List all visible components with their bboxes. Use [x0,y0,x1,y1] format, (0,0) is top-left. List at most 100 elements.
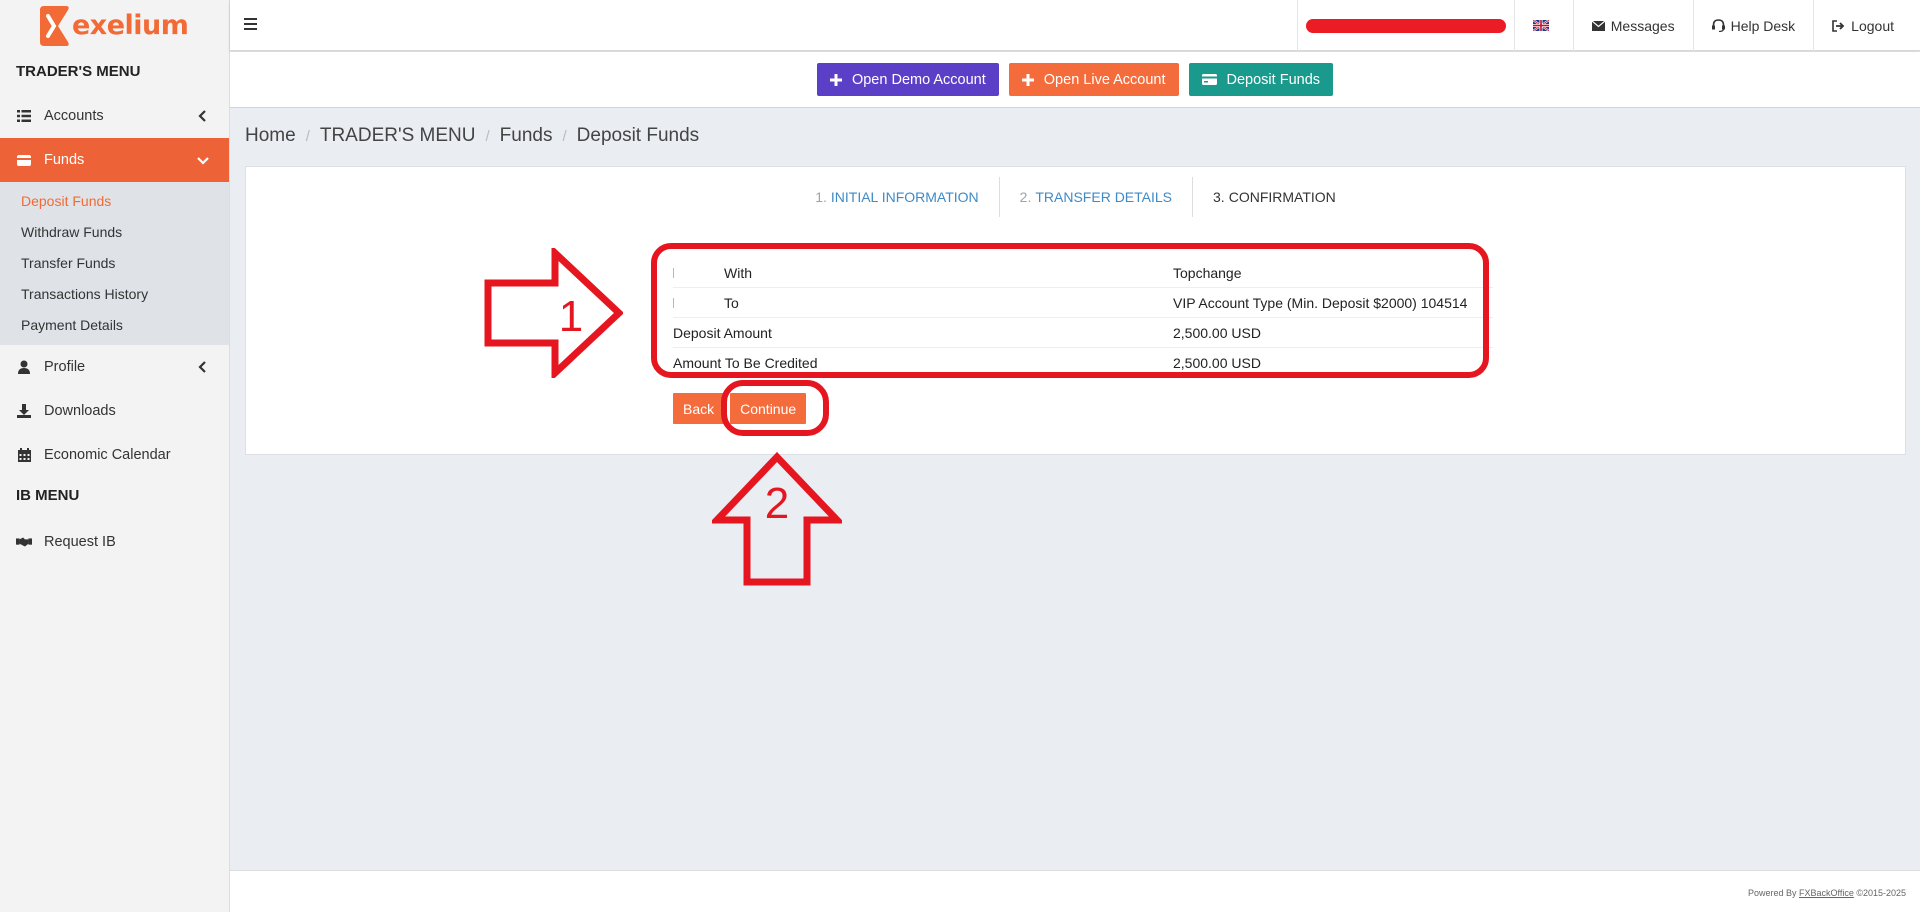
chevron-left-icon [195,108,211,124]
open-live-account-label: Open Live Account [1043,71,1166,88]
sidebar-item-economic-calendar[interactable]: Economic Calendar [0,433,229,477]
step-transfer-details[interactable]: 2. TRANSFER DETAILS [998,177,1192,217]
sidebar-item-label: Accounts [44,108,104,124]
annotation-arrow-up: 2 [712,452,842,586]
table-row: Deposit Amount 2,500.00 USD [673,318,1493,348]
submenu-item-withdraw-funds[interactable]: Withdraw Funds [0,217,229,248]
sidebar-item-label: Downloads [44,403,116,419]
step-label: INITIAL INFORMATION [830,189,979,205]
language-selector[interactable] [1513,0,1573,51]
breadcrumb-separator: / [562,127,567,145]
help-desk-label: Help Desk [1730,17,1796,34]
row-label: With [724,264,752,281]
user-icon [16,359,32,375]
open-demo-account-label: Open Demo Account [851,71,986,88]
headset-icon [1711,19,1725,32]
messages-link[interactable]: Messages [1572,0,1693,51]
calendar-icon [16,447,32,463]
hamburger-menu-icon[interactable] [244,17,258,31]
row-label: Deposit Amount [673,324,772,341]
submenu-item-transfer-funds[interactable]: Transfer Funds [0,248,229,279]
step-initial-information[interactable]: 1. INITIAL INFORMATION [795,177,998,217]
action-bar: Open Demo Account Open Live Account Depo… [230,52,1920,108]
sidebar-item-profile[interactable]: Profile [0,345,229,389]
logout-link[interactable]: Logout [1813,0,1920,51]
funds-submenu: Deposit Funds Withdraw Funds Transfer Fu… [0,182,229,345]
plus-icon [829,73,842,86]
plus-icon [1021,73,1034,86]
ib-menu-header: IB MENU [16,487,80,504]
step-number: 1. [815,189,827,205]
help-desk-link[interactable]: Help Desk [1692,0,1814,51]
sidebar-item-request-ib[interactable]: Request IB [0,520,229,564]
footer-suffix: ©2015-2025 [1853,888,1906,898]
open-demo-account-button[interactable]: Open Demo Account [816,63,999,96]
table-row: To VIP Account Type (Min. Deposit $2000)… [673,288,1493,318]
footer-credits: Powered By FXBackOffice ©2015-2025 [1748,888,1906,898]
sidebar-item-label: Funds [44,152,85,168]
confirmation-buttons: Back Continue [673,393,807,424]
step-label: CONFIRMATION [1228,189,1336,205]
row-value: Topchange [1173,264,1242,281]
continue-button[interactable]: Continue [730,393,807,424]
row-value: 2,500.00 USD [1173,355,1261,371]
footer-prefix: Powered By [1747,888,1799,898]
redacted-username [1305,18,1506,33]
logo[interactable]: exelium [0,0,229,51]
deposit-funds-button[interactable]: Deposit Funds [1188,63,1334,96]
sidebar-item-label: Request IB [44,534,116,550]
row-value: 2,500.00 USD [1173,324,1261,341]
traders-menu-header: TRADER'S MENU [16,63,141,80]
breadcrumb-funds[interactable]: Funds [500,125,553,147]
back-button[interactable]: Back [673,393,725,424]
step-label: TRANSFER DETAILS [1035,189,1173,205]
submenu-item-payment-details[interactable]: Payment Details [0,310,229,341]
logout-label: Logout [1851,17,1894,34]
user-menu[interactable] [1296,0,1514,51]
row-value: VIP Account Type (Min. Deposit $2000) 10… [1173,294,1468,311]
table-row: With Topchange [673,258,1493,288]
breadcrumb: Home / TRADER'S MENU / Funds / Deposit F… [245,125,699,147]
logo-text: exelium [72,10,189,41]
credit-card-icon [1201,74,1217,85]
open-live-account-button[interactable]: Open Live Account [1008,63,1179,96]
table-row: Amount To Be Credited 2,500.00 USD [673,348,1493,378]
logo-mark-icon [40,4,70,48]
list-icon [16,108,32,124]
logout-icon [1832,19,1845,32]
deposit-funds-label: Deposit Funds [1226,71,1321,88]
footer: Powered By FXBackOffice ©2015-2025 [230,870,1920,912]
chevron-down-icon [195,152,211,168]
messages-label: Messages [1610,17,1675,34]
sidebar-item-funds[interactable]: Funds [0,138,229,182]
row-label: To [724,294,739,311]
sidebar-item-accounts[interactable]: Accounts [0,94,229,138]
submenu-item-deposit-funds[interactable]: Deposit Funds [0,186,229,217]
wallet-icon [16,152,32,168]
handshake-icon [16,534,32,550]
sidebar-item-label: Profile [44,359,86,375]
step-number: 3. [1213,189,1225,205]
breadcrumb-separator: / [485,127,490,145]
submenu-item-transactions-history[interactable]: Transactions History [0,279,229,310]
topbar-right: Messages Help Desk Logout [1296,0,1920,51]
topbar: Messages Help Desk Logout [230,0,1920,51]
breadcrumb-deposit-funds: Deposit Funds [576,125,700,146]
deposit-wizard-panel: 1. INITIAL INFORMATION 2. TRANSFER DETAI… [245,166,1906,455]
sidebar-item-label: Economic Calendar [44,447,171,463]
step-confirmation: 3. CONFIRMATION [1192,177,1356,217]
footer-link[interactable]: FXBackOffice [1799,888,1854,898]
breadcrumb-home[interactable]: Home [245,125,296,147]
row-marker [673,297,674,308]
breadcrumb-traders-menu[interactable]: TRADER'S MENU [320,125,476,147]
sidebar-item-downloads[interactable]: Downloads [0,389,229,433]
sidebar: exelium TRADER'S MENU Accounts Funds Dep… [0,0,230,912]
row-marker [673,267,674,278]
download-icon [16,403,32,419]
wizard-steps: 1. INITIAL INFORMATION 2. TRANSFER DETAI… [246,177,1905,217]
confirmation-table: With Topchange To VIP Account Type (Min.… [673,258,1493,378]
annotation-number-2: 2 [765,479,789,528]
uk-flag-icon [1532,18,1555,34]
breadcrumb-separator: / [305,127,310,145]
chevron-left-icon [195,359,211,375]
